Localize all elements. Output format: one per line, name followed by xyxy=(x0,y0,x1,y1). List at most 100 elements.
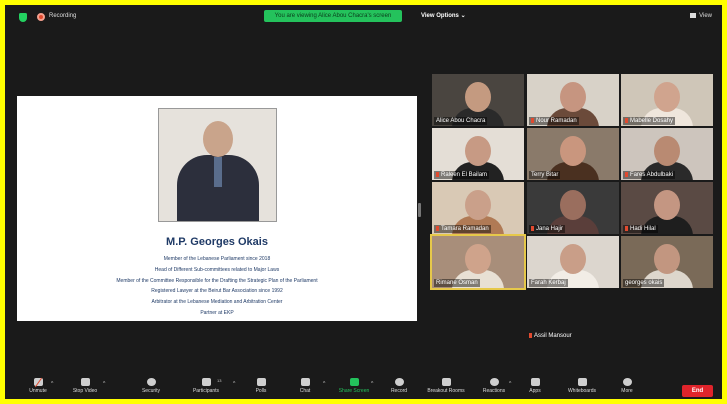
participant-name: Mabelle Dosahy xyxy=(623,117,676,125)
participant-face xyxy=(465,190,491,220)
participants-count: 13 xyxy=(217,378,222,383)
security-shield-icon[interactable] xyxy=(19,13,27,22)
bio-line: Member of the Committee Responsible for … xyxy=(116,277,318,284)
whiteboards-button[interactable]: Whiteboards xyxy=(561,377,603,399)
participant-tile[interactable]: Mabelle Dosahy xyxy=(621,74,713,126)
portrait-tie xyxy=(214,157,222,187)
participant-name: Hadi Hilal xyxy=(623,225,658,233)
zoom-window: Recording You are viewing Alice Abou Cha… xyxy=(5,5,722,399)
viewing-screen-banner: You are viewing Alice Abou Chacra's scre… xyxy=(264,10,402,22)
participant-name: georges okais xyxy=(623,279,665,287)
breakout-rooms-grid-icon xyxy=(441,378,451,386)
muted-mic-icon xyxy=(625,118,628,123)
participant-tile-speaking[interactable]: Rimane Osman xyxy=(430,234,526,290)
participant-face xyxy=(560,82,586,112)
apps-icon xyxy=(530,378,540,386)
participant-face xyxy=(560,244,586,274)
participant-name: Nour Ramadan xyxy=(529,117,579,125)
bio-line: Member of the Lebanese Parliament since … xyxy=(163,256,271,262)
share-screen-button[interactable]: Share Screen xyxy=(333,377,375,399)
split-view-handle[interactable] xyxy=(418,203,421,217)
participant-name: Farah Kerbaj xyxy=(529,279,568,287)
record-icon xyxy=(394,378,404,386)
share-screen-arrow-icon xyxy=(349,378,359,386)
muted-mic-icon xyxy=(625,226,628,231)
participant-tile[interactable]: Nour Ramadan xyxy=(527,74,619,126)
video-options-caret[interactable]: ^ xyxy=(103,381,105,387)
participant-face xyxy=(465,82,491,112)
muted-mic-icon xyxy=(531,118,534,123)
participant-face xyxy=(654,190,680,220)
participant-tile[interactable]: Hadi Hilal xyxy=(621,182,713,234)
participant-tile[interactable]: Jana Hajir xyxy=(527,182,619,234)
stop-video-button[interactable]: Stop Video xyxy=(65,377,105,399)
record-button[interactable]: Record xyxy=(385,377,413,399)
more-dots-icon xyxy=(622,378,632,386)
chat-options-caret[interactable]: ^ xyxy=(323,381,325,387)
grid-view-icon xyxy=(690,13,697,18)
chat-bubble-icon xyxy=(300,378,310,386)
participant-tile[interactable]: Fares Abdulbaki xyxy=(621,128,713,180)
muted-mic-icon xyxy=(625,172,628,177)
participant-name: Jana Hajir xyxy=(529,225,566,233)
reactions-options-caret[interactable]: ^ xyxy=(509,381,511,387)
top-bar: Recording You are viewing Alice Abou Cha… xyxy=(5,5,722,27)
participant-name: Alice Abou Chacra xyxy=(434,117,488,125)
participant-face xyxy=(654,82,680,112)
chat-button[interactable]: Chat xyxy=(293,377,317,399)
muted-mic-icon xyxy=(436,172,439,177)
participant-tile-video-off[interactable]: Assil Mansour xyxy=(527,290,619,342)
participant-face xyxy=(654,244,680,274)
bio-line: Partner at EKP xyxy=(200,309,234,316)
participant-face xyxy=(465,136,491,166)
participant-tile[interactable]: Raleen El Bailam xyxy=(432,128,524,180)
bio-line: Registered Lawyer at the Beirut Bar Asso… xyxy=(151,288,283,295)
meeting-toolbar: Unmute ^ Stop Video ^ Security Participa… xyxy=(5,377,722,399)
more-button[interactable]: More xyxy=(615,377,639,399)
shield-icon xyxy=(146,378,156,386)
smiley-icon xyxy=(489,378,499,386)
participant-face xyxy=(560,136,586,166)
participants-icon xyxy=(201,378,211,386)
participants-options-caret[interactable]: ^ xyxy=(233,381,235,387)
participant-tile[interactable]: Alice Abou Chacra xyxy=(432,74,524,126)
muted-mic-icon xyxy=(529,333,532,338)
polls-chart-icon xyxy=(256,378,266,386)
participant-face xyxy=(465,244,491,274)
participant-name: Fares Abdulbaki xyxy=(623,171,676,179)
shared-screen-slide: M.P. Georges Okais Member of the Lebanes… xyxy=(17,96,417,321)
muted-mic-icon xyxy=(436,226,439,231)
participant-face xyxy=(560,190,586,220)
view-options-button[interactable]: View Options ⌄ xyxy=(421,12,466,19)
muted-mic-icon xyxy=(531,226,534,231)
participant-name: Rimane Osman xyxy=(434,279,480,287)
breakout-rooms-button[interactable]: Breakout Rooms xyxy=(421,377,471,399)
end-meeting-button[interactable]: End xyxy=(682,385,713,397)
speaker-portrait xyxy=(158,108,277,222)
microphone-muted-icon xyxy=(33,378,43,386)
portrait-head xyxy=(203,121,233,157)
participant-tile[interactable]: Farah Kerbaj xyxy=(527,236,619,288)
audio-options-caret[interactable]: ^ xyxy=(51,381,53,387)
slide-title: M.P. Georges Okais xyxy=(166,236,268,248)
bio-line: Head of Different Sub-committees related… xyxy=(154,266,280,273)
participant-name: Terry Bitar xyxy=(529,171,561,179)
participant-name: Tamara Ramadan xyxy=(434,225,491,233)
security-button[interactable]: Security xyxy=(133,377,169,399)
recording-icon xyxy=(37,13,45,21)
participant-tile[interactable]: Terry Bitar xyxy=(527,128,619,180)
slide-bio-lines: Member of the Lebanese Parliament since … xyxy=(17,254,417,319)
share-options-caret[interactable]: ^ xyxy=(371,381,373,387)
view-label: View xyxy=(699,13,712,19)
apps-button[interactable]: Apps xyxy=(523,377,547,399)
video-camera-icon xyxy=(80,378,90,386)
participant-tile[interactable]: georges okais xyxy=(621,236,713,288)
recording-label: Recording xyxy=(49,13,77,19)
bio-line: Arbitrator at the Lebanese Mediation and… xyxy=(151,299,283,306)
view-button[interactable]: View xyxy=(690,13,712,19)
reactions-button[interactable]: Reactions xyxy=(477,377,511,399)
participant-name: Raleen El Bailam xyxy=(434,171,490,179)
participant-tile[interactable]: Tamara Ramadan xyxy=(432,182,524,234)
whiteboard-icon xyxy=(577,378,587,386)
polls-button[interactable]: Polls xyxy=(249,377,273,399)
